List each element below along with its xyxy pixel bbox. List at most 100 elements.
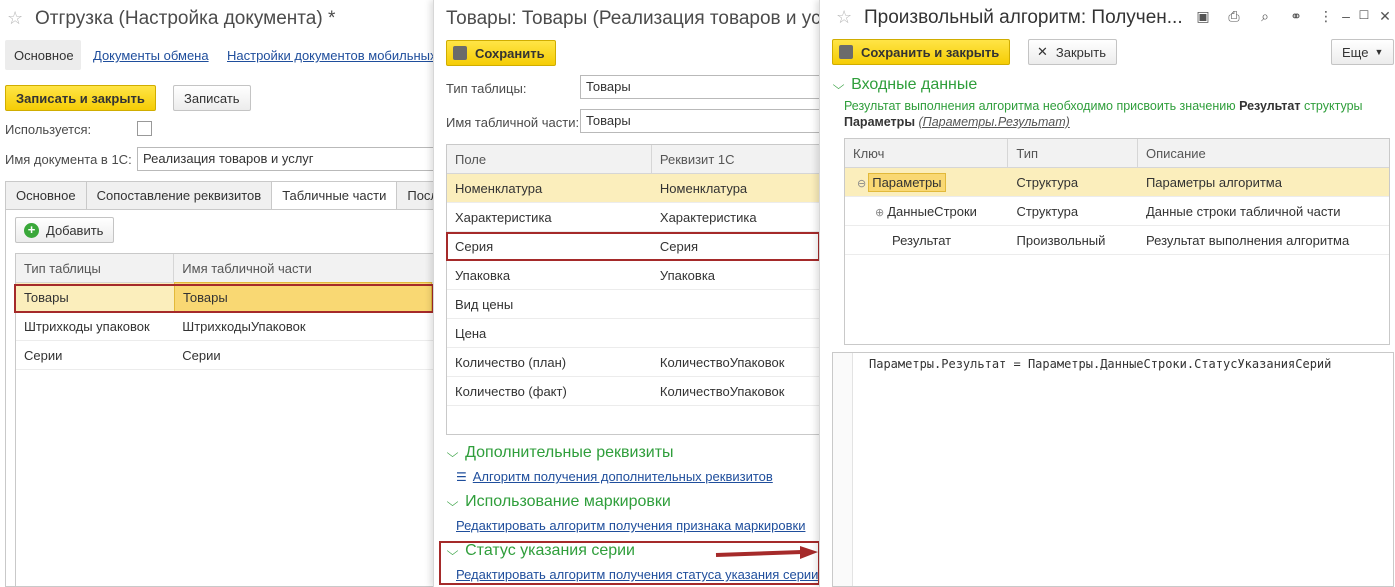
cell-attribute	[652, 319, 825, 347]
cell-description: Результат выполнения алгоритма	[1146, 233, 1350, 248]
col-field[interactable]: Поле	[447, 145, 652, 173]
hint-text: Результат выполнения алгоритма необходим…	[844, 98, 1389, 130]
list-icon: ☰	[456, 470, 467, 484]
window-custom-algorithm: ☆ Произвольный алгоритм: Получен... ▣ ⎙ …	[819, 0, 1395, 587]
close-x-icon: ✕	[1037, 44, 1048, 59]
table-row[interactable]: Серии Серии	[16, 341, 440, 370]
collapse-minus-icon[interactable]: ⊖	[857, 178, 866, 190]
minimize-icon[interactable]: –	[1337, 8, 1355, 26]
tab-bar: Основное Сопоставление реквизитов Таблич…	[5, 181, 440, 210]
col-type[interactable]: Тип	[1008, 139, 1138, 167]
cell-attribute: КоличествоУпаковок	[659, 384, 785, 399]
link-icon[interactable]: ⚭	[1287, 8, 1305, 26]
more-menu-icon[interactable]: ⋮	[1317, 8, 1335, 26]
tab-main[interactable]: Основное	[5, 181, 87, 209]
extra-attributes-link[interactable]: Алгоритм получения дополнительных реквиз…	[473, 469, 773, 484]
cell-attribute: Упаковка	[659, 268, 716, 283]
floppy-save-icon	[839, 45, 853, 59]
save-and-close-button[interactable]: Записать и закрыть	[5, 85, 156, 111]
doc-name-input[interactable]: Реализация товаров и услуг	[137, 147, 440, 171]
preview-icon[interactable]: ⌕	[1256, 8, 1274, 26]
table-row[interactable]: Характеристика Характеристика	[447, 203, 825, 232]
hint-prefix: Результат выполнения алгоритма необходим…	[844, 99, 1240, 113]
table-type-label: Тип таблицы:	[446, 81, 527, 96]
section-marking-usage[interactable]: ⌵ Использование маркировки	[446, 493, 671, 511]
window-shipment-settings: ☆ Отгрузка (Настройка документа) * Основ…	[0, 0, 440, 587]
save-button-label: Сохранить	[475, 45, 545, 61]
expand-plus-icon[interactable]: ⊕	[875, 207, 884, 219]
cell-field: Упаковка	[455, 268, 511, 283]
col-1c-attribute[interactable]: Реквизит 1С	[652, 145, 825, 173]
save-button[interactable]: Записать	[173, 85, 251, 111]
more-button[interactable]: Еще ▼	[1331, 39, 1395, 65]
section-series-status[interactable]: ⌵ Статус указания серии	[446, 542, 635, 560]
hint-bold-params: Параметры	[844, 115, 915, 129]
cell-table-type: Товары	[24, 290, 69, 305]
cell-table-part-name: Товары	[174, 282, 432, 312]
params-tree-grid: Ключ Тип Описание ⊖ Параметры Структура П…	[844, 138, 1390, 345]
cell-attribute	[652, 290, 825, 318]
table-row[interactable]: Вид цены	[447, 290, 825, 319]
favorite-star-icon[interactable]: ☆	[836, 7, 852, 28]
close-button-label: Закрыть	[1055, 44, 1106, 60]
col-description[interactable]: Описание	[1138, 139, 1389, 167]
table-row[interactable]: Товары Товары	[16, 282, 440, 312]
section-title: Статус указания серии	[465, 542, 635, 559]
col-table-type[interactable]: Тип таблицы	[16, 254, 175, 282]
cell-field: Номенклатура	[455, 181, 543, 196]
save-disk-icon[interactable]: ▣	[1194, 8, 1212, 26]
tab-table-parts[interactable]: Табличные части	[271, 181, 398, 210]
grid-header: Ключ Тип Описание	[845, 139, 1389, 168]
code-editor[interactable]: Параметры.Результат = Параметры.ДанныеСт…	[832, 352, 1394, 587]
chevron-down-icon: ⌵	[446, 544, 459, 558]
table-row[interactable]: Штрихкоды упаковок ШтрихкодыУпаковок	[16, 312, 440, 341]
section-input-data[interactable]: ⌵ Входные данные	[833, 76, 978, 94]
nav-link-mobile-docs-settings[interactable]: Настройки документов мобильных	[227, 48, 437, 63]
section-extra-attributes[interactable]: ⌵ Дополнительные реквизиты	[447, 444, 674, 462]
section-title: Дополнительные реквизиты	[465, 444, 674, 461]
tab-field-mapping[interactable]: Сопоставление реквизитов	[85, 181, 273, 209]
col-table-part-name[interactable]: Имя табличной части	[174, 254, 440, 282]
nav-link-exchange-docs[interactable]: Документы обмена	[93, 48, 209, 63]
cell-field: Количество (план)	[455, 355, 567, 370]
table-row[interactable]: Результат Произвольный Результат выполне…	[845, 226, 1389, 255]
cell-key: ⊕ ДанныеСтроки	[845, 197, 1008, 225]
table-row[interactable]: Количество (факт) КоличествоУпаковок	[447, 377, 825, 406]
table-row[interactable]: ⊕ ДанныеСтроки Структура Данные строки та…	[845, 197, 1389, 226]
used-checkbox[interactable]	[137, 121, 152, 136]
table-row[interactable]: Количество (план) КоличествоУпаковок	[447, 348, 825, 377]
cell-type: Структура	[1016, 204, 1079, 219]
table-part-input[interactable]: Товары	[580, 109, 825, 133]
close-button[interactable]: ✕ Закрыть	[1028, 39, 1117, 65]
table-row[interactable]: Цена	[447, 319, 825, 348]
used-label: Используется:	[5, 122, 92, 137]
close-icon[interactable]: ✕	[1376, 8, 1394, 26]
add-button[interactable]: + Добавить	[15, 217, 115, 243]
save-and-close-button[interactable]: Сохранить и закрыть	[832, 39, 1011, 65]
table-row[interactable]: Серия Серия	[447, 232, 825, 261]
table-row[interactable]: Упаковка Упаковка	[447, 261, 825, 290]
window-title: Произвольный алгоритм: Получен...	[864, 7, 1183, 28]
chevron-down-icon: ⌵	[446, 495, 459, 509]
save-button[interactable]: Сохранить	[446, 40, 556, 66]
save-and-close-label: Сохранить и закрыть	[861, 44, 1000, 60]
grid-header: Поле Реквизит 1С	[447, 145, 825, 174]
code-line: Параметры.Результат = Параметры.ДанныеСт…	[869, 357, 1332, 371]
cell-attribute: Характеристика	[659, 210, 757, 225]
cell-type: Произвольный	[1016, 233, 1106, 248]
hint-mid: структуры	[1300, 99, 1363, 113]
cell-field: Серия	[455, 239, 494, 254]
cell-field: Цена	[455, 326, 487, 341]
col-key[interactable]: Ключ	[845, 139, 1009, 167]
print-icon[interactable]: ⎙	[1225, 8, 1243, 26]
maximize-icon[interactable]: ☐	[1355, 8, 1373, 26]
cell-attribute: КоличествоУпаковок	[659, 355, 785, 370]
table-row[interactable]: Номенклатура Номенклатура	[447, 174, 825, 203]
marking-algorithm-link[interactable]: Редактировать алгоритм получения признак…	[456, 518, 805, 533]
table-row[interactable]: ⊖ Параметры Структура Параметры алгоритма	[845, 168, 1389, 197]
hint-params-result: (Параметры.Результат)	[918, 115, 1070, 129]
favorite-star-icon[interactable]: ☆	[7, 8, 23, 29]
table-type-input[interactable]: Товары	[580, 75, 825, 99]
series-status-algorithm-link[interactable]: Редактировать алгоритм получения статуса…	[456, 567, 818, 582]
nav-tab-main[interactable]: Основное	[14, 48, 74, 63]
